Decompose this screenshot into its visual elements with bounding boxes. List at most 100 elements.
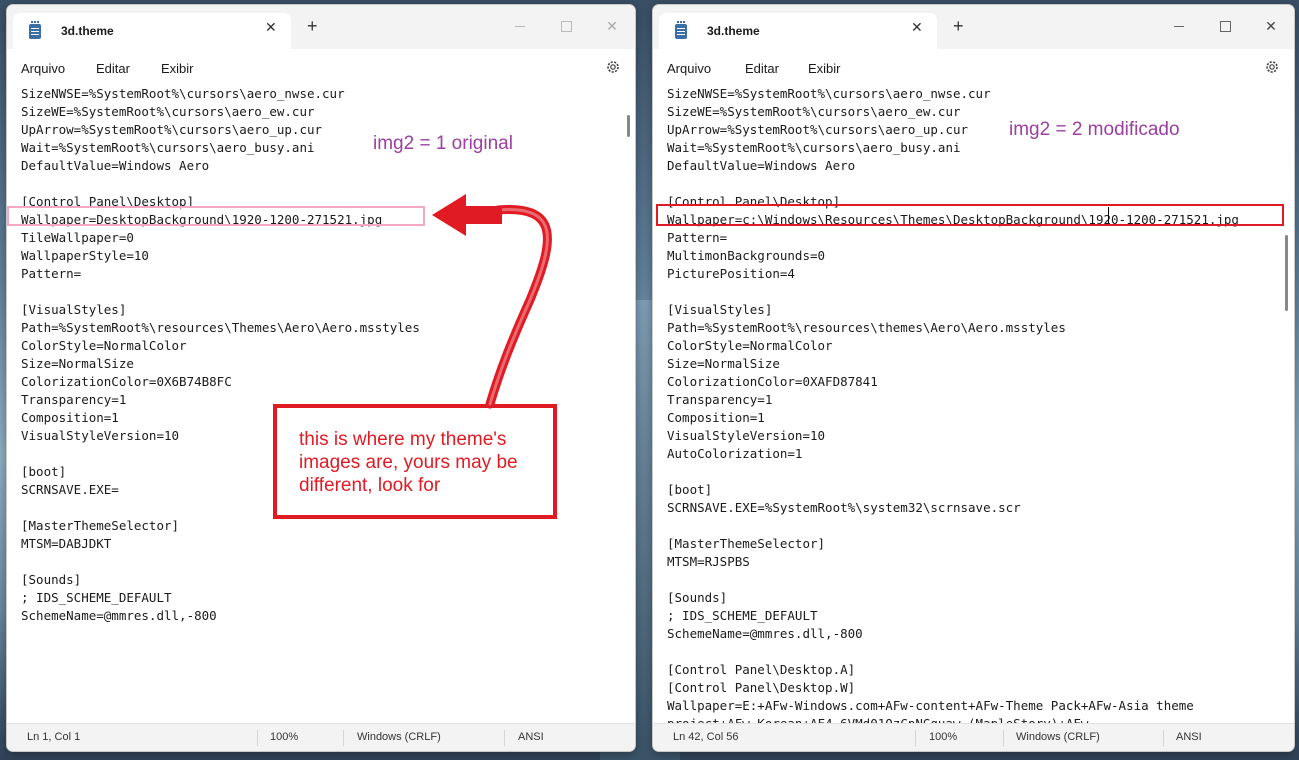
menu-view[interactable]: Exibir [161,61,194,76]
code-line: SizeWE=%SystemRoot%\cursors\aero_ew.cur [667,104,961,119]
window-controls: ✕ [497,11,635,41]
window-controls: ✕ [1156,11,1294,41]
status-bar: Ln 1, Col 1 100% Windows (CRLF) ANSI [7,723,635,751]
code-line: SizeNWSE=%SystemRoot%\cursors\aero_nwse.… [21,86,345,101]
code-line: ; IDS_SCHEME_DEFAULT [21,590,172,605]
title-bar[interactable]: 3d.theme ✕ + ✕ [653,5,1294,49]
code-line: [boot] [21,464,67,479]
title-bar[interactable]: 3d.theme ✕ + ✕ [7,5,635,49]
gear-icon[interactable] [605,59,621,75]
code-line: SCRNSAVE.EXE= [21,482,119,497]
code-line: [MasterThemeSelector] [667,536,826,551]
file-tab[interactable]: 3d.theme ✕ [659,13,937,49]
code-line: MTSM=RJSPBS [667,554,750,569]
code-line: UpArrow=%SystemRoot%\cursors\aero_up.cur [667,122,969,137]
notepad-icon [29,21,41,39]
menu-file[interactable]: Arquivo [21,61,65,76]
zoom-level[interactable]: 100% [929,731,957,743]
menu-file[interactable]: Arquivo [667,61,711,76]
code-line: SizeWE=%SystemRoot%\cursors\aero_ew.cur [21,104,315,119]
code-line: ColorizationColor=0XAFD87841 [667,374,878,389]
original-wallpaper-highlight [7,206,425,226]
code-line: [VisualStyles] [21,302,127,317]
code-line: project+AFw-Korean+AF4-6VMd01QzCpNGguaw … [667,715,1096,723]
maximize-icon[interactable] [1202,11,1248,41]
cursor-position: Ln 42, Col 56 [673,731,739,743]
code-line: Size=NormalSize [21,356,134,371]
menu-view[interactable]: Exibir [808,61,841,76]
modified-wallpaper-highlight [656,204,1284,226]
menu-edit[interactable]: Editar [745,61,779,76]
code-line: VisualStyleVersion=10 [21,428,180,443]
menu-bar: Arquivo Editar Exibir [653,49,1294,85]
status-bar: Ln 42, Col 56 100% Windows (CRLF) ANSI [653,723,1294,751]
tab-title: 3d.theme [61,24,114,38]
code-line: [Sounds] [667,590,728,605]
code-line: [boot] [667,482,713,497]
code-line: TileWallpaper=0 [21,230,134,245]
encoding[interactable]: ANSI [1176,731,1202,743]
close-tab-icon[interactable]: ✕ [265,19,277,36]
code-line: Wallpaper=E:+AFw-Windows.com+AFw-content… [667,698,1194,713]
close-window-icon[interactable]: ✕ [1248,11,1294,41]
close-tab-icon[interactable]: ✕ [911,19,923,36]
code-line: VisualStyleVersion=10 [667,428,826,443]
status-divider [257,730,258,746]
text-caret [1108,207,1109,223]
notepad-window-modified[interactable]: 3d.theme ✕ + ✕ Arquivo Editar Exibir Siz… [652,4,1295,752]
scrollbar-thumb[interactable] [627,115,630,137]
code-line: SCRNSAVE.EXE=%SystemRoot%\system32\scrns… [667,500,1021,515]
minimize-icon[interactable] [497,11,543,41]
code-line: SizeNWSE=%SystemRoot%\cursors\aero_nwse.… [667,86,991,101]
tab-title: 3d.theme [707,24,760,38]
code-line: Path=%SystemRoot%\resources\themes\Aero\… [667,320,1066,335]
zoom-level[interactable]: 100% [270,731,298,743]
line-ending[interactable]: Windows (CRLF) [357,731,441,743]
code-line: ColorStyle=NormalColor [21,338,187,353]
code-line: [VisualStyles] [667,302,773,317]
code-line: Size=NormalSize [667,356,780,371]
code-line: WallpaperStyle=10 [21,248,149,263]
gear-icon[interactable] [1264,59,1280,75]
status-divider [1003,730,1004,746]
scrollbar-thumb[interactable] [1285,235,1288,311]
code-line: Transparency=1 [21,392,127,407]
menu-edit[interactable]: Editar [96,61,130,76]
code-line: [MasterThemeSelector] [21,518,180,533]
file-tab[interactable]: 3d.theme ✕ [13,13,291,49]
code-line: [Sounds] [21,572,82,587]
code-line: SchemeName=@mmres.dll,-800 [21,608,217,623]
status-divider [504,730,505,746]
status-divider [343,730,344,746]
new-tab-icon[interactable]: + [307,17,318,35]
minimize-icon[interactable] [1156,11,1202,41]
code-line: [Control Panel\Desktop.W] [667,680,856,695]
annotation-callout: this is where my theme's images are, you… [273,404,557,519]
code-line: Wait=%SystemRoot%\cursors\aero_busy.ani [667,140,961,155]
annotation-original-label: img2 = 1 original [373,133,513,154]
code-line: PicturePosition=4 [667,266,795,281]
code-line: Composition=1 [667,410,765,425]
code-line: DefaultValue=Windows Aero [21,158,210,173]
code-line: MTSM=DABJDKT [21,536,112,551]
code-line: [Control Panel\Desktop.A] [667,662,856,677]
code-line: ColorizationColor=0X6B74B8FC [21,374,232,389]
notepad-window-original[interactable]: 3d.theme ✕ + ✕ Arquivo Editar Exibir Siz… [6,4,636,752]
code-line: DefaultValue=Windows Aero [667,158,856,173]
cursor-position: Ln 1, Col 1 [27,731,81,743]
code-line: AutoColorization=1 [667,446,803,461]
line-ending[interactable]: Windows (CRLF) [1016,731,1100,743]
code-line: SchemeName=@mmres.dll,-800 [667,626,863,641]
notepad-icon [675,21,687,39]
code-line: ; IDS_SCHEME_DEFAULT [667,608,818,623]
encoding[interactable]: ANSI [518,731,544,743]
text-editor[interactable]: SizeNWSE=%SystemRoot%\cursors\aero_nwse.… [653,85,1294,723]
code-line: Pattern= [21,266,82,281]
close-window-icon[interactable]: ✕ [589,11,635,41]
maximize-icon[interactable] [543,11,589,41]
new-tab-icon[interactable]: + [953,17,964,35]
code-line: UpArrow=%SystemRoot%\cursors\aero_up.cur [21,122,323,137]
status-divider [915,730,916,746]
code-line: Wait=%SystemRoot%\cursors\aero_busy.ani [21,140,315,155]
code-line: ColorStyle=NormalColor [667,338,833,353]
